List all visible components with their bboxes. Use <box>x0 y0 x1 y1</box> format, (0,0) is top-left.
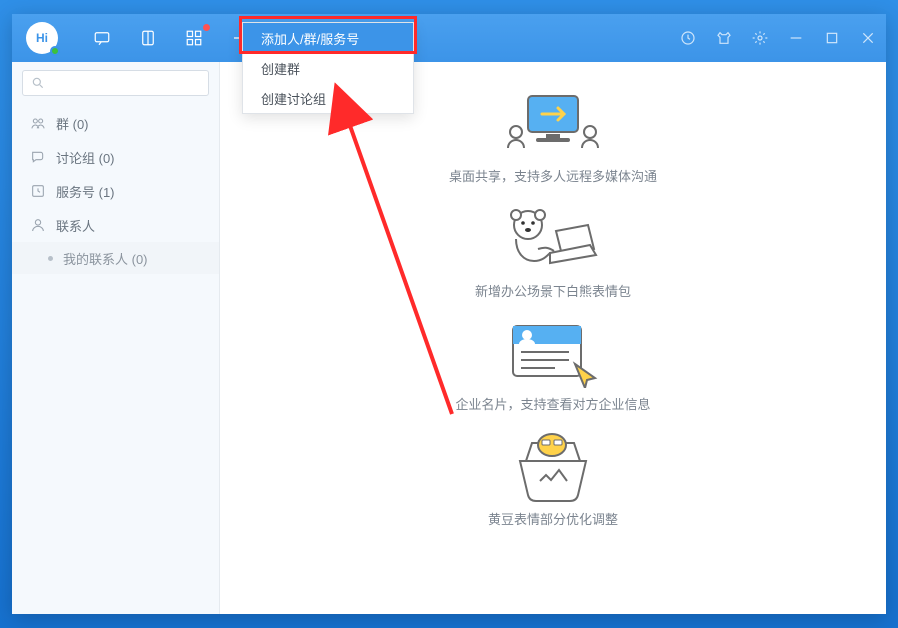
avatar-label: Hi <box>36 31 48 45</box>
feature-caption: 桌面共享，支持多人远程多媒体沟通 <box>449 166 657 185</box>
feature-illustration <box>498 203 608 275</box>
dropdown-item-create-group[interactable]: 创建群 <box>243 53 413 83</box>
app-body: 群 (0) 讨论组 (0) 服务号 (1) 联系人 我的联系人 (0) <box>12 62 886 614</box>
minimize-icon[interactable] <box>786 28 806 48</box>
feature-illustration <box>508 431 598 503</box>
close-icon[interactable] <box>858 28 878 48</box>
app-window: Hi <box>12 14 886 614</box>
sidebar-item-contacts[interactable]: 联系人 <box>12 208 219 242</box>
feature-illustration <box>498 90 608 160</box>
dropdown-item-label: 创建群 <box>261 59 300 78</box>
settings-icon[interactable] <box>750 28 770 48</box>
sidebar-item-label: 服务号 (1) <box>56 182 115 201</box>
main-area: 桌面共享，支持多人远程多媒体沟通 <box>220 62 886 614</box>
dropdown-item-create-discuss[interactable]: 创建讨论组 <box>243 83 413 113</box>
add-dropdown: 添加人/群/服务号 创建群 创建讨论组 <box>242 22 414 114</box>
contacts-icon[interactable] <box>138 28 158 48</box>
feature-biz-card: 企业名片，支持查看对方企业信息 <box>455 318 650 413</box>
chat-icon[interactable] <box>92 28 112 48</box>
feature-screen-share: 桌面共享，支持多人远程多媒体沟通 <box>449 90 657 185</box>
dropdown-item-label: 添加人/群/服务号 <box>261 29 359 48</box>
titlebar: Hi <box>12 14 886 62</box>
maximize-icon[interactable] <box>822 28 842 48</box>
sidebar: 群 (0) 讨论组 (0) 服务号 (1) 联系人 我的联系人 (0) <box>12 62 220 614</box>
dropdown-item-label: 创建讨论组 <box>261 89 326 108</box>
sidebar-subitem-mycontacts[interactable]: 我的联系人 (0) <box>12 242 219 274</box>
status-online-dot <box>50 46 60 56</box>
history-icon[interactable] <box>678 28 698 48</box>
feature-caption: 新增办公场景下白熊表情包 <box>475 281 631 300</box>
feature-emoji: 黄豆表情部分优化调整 <box>488 431 618 528</box>
sidebar-item-service[interactable]: 服务号 (1) <box>12 174 219 208</box>
sidebar-item-group[interactable]: 群 (0) <box>12 106 219 140</box>
bullet-icon <box>48 256 53 261</box>
notification-badge <box>203 24 210 31</box>
avatar[interactable]: Hi <box>26 22 58 54</box>
feature-list: 桌面共享，支持多人远程多媒体沟通 <box>220 90 886 614</box>
search-input[interactable] <box>22 70 209 96</box>
dropdown-item-add[interactable]: 添加人/群/服务号 <box>243 23 413 53</box>
titlebar-left-icons <box>92 28 250 48</box>
feature-caption: 黄豆表情部分优化调整 <box>488 509 618 528</box>
skin-icon[interactable] <box>714 28 734 48</box>
sidebar-item-discuss[interactable]: 讨论组 (0) <box>12 140 219 174</box>
sidebar-item-label: 联系人 <box>56 216 95 235</box>
titlebar-right-icons <box>678 14 878 62</box>
apps-icon[interactable] <box>184 28 204 48</box>
sidebar-list: 群 (0) 讨论组 (0) 服务号 (1) 联系人 我的联系人 (0) <box>12 102 219 274</box>
sidebar-subitem-label: 我的联系人 (0) <box>63 249 148 268</box>
feature-bear-stickers: 新增办公场景下白熊表情包 <box>475 203 631 300</box>
sidebar-item-label: 群 (0) <box>56 114 89 133</box>
feature-caption: 企业名片，支持查看对方企业信息 <box>455 394 650 413</box>
feature-illustration <box>505 318 601 388</box>
sidebar-item-label: 讨论组 (0) <box>56 148 115 167</box>
